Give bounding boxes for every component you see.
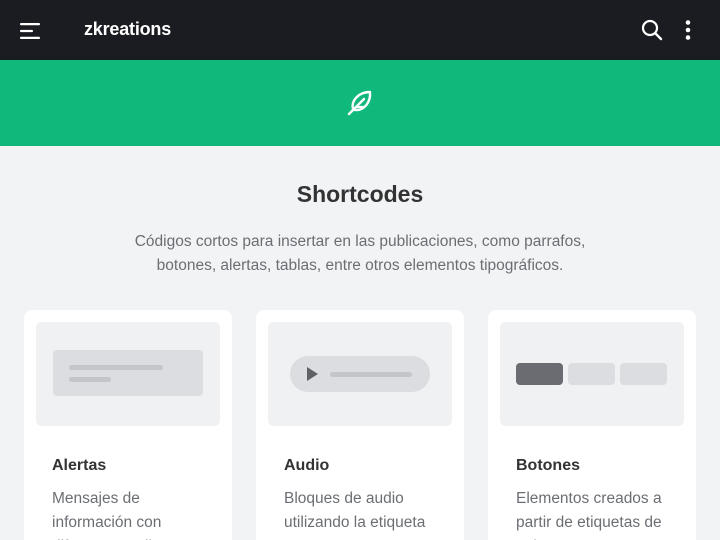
more-options-button[interactable] <box>676 14 700 46</box>
card-alertas[interactable]: Alertas Mensajes de información con dife… <box>24 310 232 540</box>
hero-banner <box>0 60 720 146</box>
card-title: Alertas <box>52 457 107 474</box>
card-description: Elementos creados a partir de etiquetas … <box>516 490 662 540</box>
search-button[interactable] <box>636 14 668 46</box>
audio-player-illustration <box>290 356 430 392</box>
page-description: Códigos cortos para insertar en las publ… <box>134 233 586 274</box>
button-illustration-light <box>620 363 667 385</box>
audio-progress-track <box>330 372 412 377</box>
button-illustration-dark <box>516 363 563 385</box>
play-icon <box>307 367 318 381</box>
placeholder-line <box>69 365 163 370</box>
site-title[interactable]: zkreations <box>84 19 171 40</box>
card-audio[interactable]: Audio Bloques de audio utilizando la eti… <box>256 310 464 540</box>
menu-icon <box>20 23 40 39</box>
button-illustration-light <box>568 363 615 385</box>
card-description: Mensajes de información con diferentes e… <box>52 490 168 540</box>
placeholder-line <box>69 377 111 382</box>
card-title: Audio <box>284 457 330 474</box>
alert-preview-thumbnail <box>36 322 220 426</box>
card-title: Botones <box>516 457 580 474</box>
more-vertical-icon <box>685 20 691 40</box>
card-botones[interactable]: Botones Elementos creados a partir de et… <box>488 310 696 540</box>
top-app-bar: zkreations <box>0 0 720 60</box>
search-icon <box>641 19 663 41</box>
card-description: Bloques de audio utilizando la etiqueta … <box>284 490 426 540</box>
page-title: Shortcodes <box>296 181 424 207</box>
alert-illustration <box>53 350 203 396</box>
buttons-preview-thumbnail <box>500 322 684 426</box>
feather-icon <box>347 90 372 116</box>
menu-button[interactable] <box>14 14 48 48</box>
audio-preview-thumbnail <box>268 322 452 426</box>
